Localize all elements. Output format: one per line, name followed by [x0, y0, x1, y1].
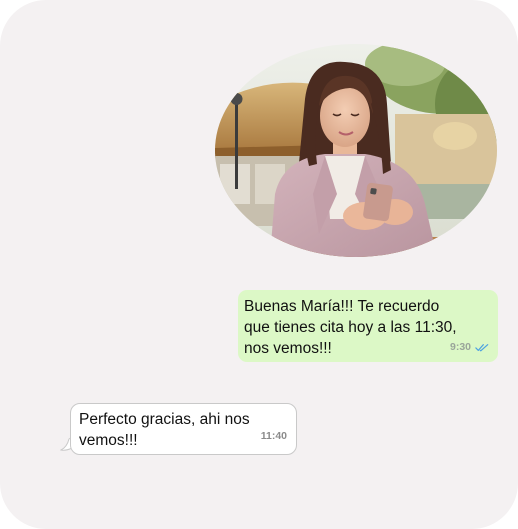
incoming-message-time: 11:40	[260, 430, 287, 442]
incoming-message-bubble[interactable]: Perfecto gracias, ahi nos vemos!!! 11:40	[70, 403, 297, 455]
outgoing-message-bubble[interactable]: Buenas María!!! Te recuerdo que tienes c…	[238, 290, 498, 362]
outgoing-message-time: 9:30	[449, 341, 471, 353]
double-check-read-icon	[475, 344, 489, 352]
incoming-message-text: Perfecto gracias, ahi nos vemos!!!	[79, 411, 250, 449]
outgoing-message-meta: 9:30	[450, 337, 489, 358]
chat-card: Buenas María!!! Te recuerdo que tienes c…	[0, 0, 518, 529]
incoming-message-meta: 11:40	[261, 426, 287, 447]
woman-using-phone-photo	[215, 44, 497, 257]
